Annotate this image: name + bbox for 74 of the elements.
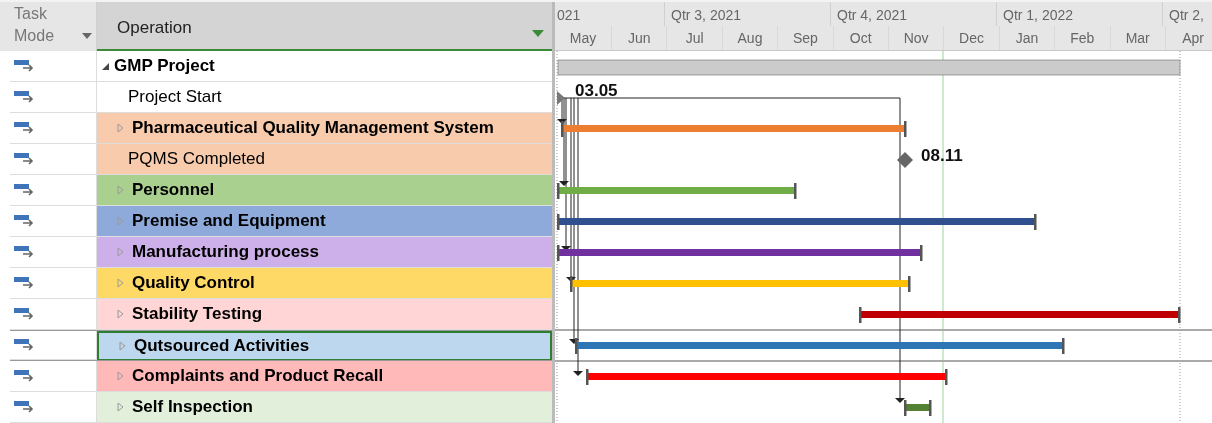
- month-label: Jan: [1015, 28, 1039, 48]
- task-name: Complaints and Product Recall: [132, 365, 384, 388]
- task-mode-icon: [14, 183, 36, 197]
- month-label: Oct: [849, 28, 872, 48]
- task-mode-icon: [14, 369, 36, 383]
- task-mode-icon: [14, 121, 36, 135]
- milestone-marker[interactable]: [557, 91, 565, 105]
- task-name: Self Inspection: [132, 396, 253, 419]
- task-bar[interactable]: [904, 400, 932, 416]
- task-mode-icon: [14, 276, 36, 290]
- task-mode-icon: [14, 59, 36, 73]
- column-header: Operation: [117, 16, 192, 39]
- task-row[interactable]: Manufacturing process: [97, 237, 552, 268]
- task-name: Pharmaceutical Quality Management System: [132, 117, 494, 140]
- expand-triangle-icon[interactable]: [117, 123, 124, 133]
- task-name: Stability Testing: [132, 303, 263, 326]
- month-label: Feb: [1070, 28, 1095, 48]
- milestone-marker[interactable]: [897, 152, 913, 168]
- task-name: Premise and Equipment: [132, 210, 326, 233]
- task-row[interactable]: Pharmaceutical Quality Management System: [97, 113, 552, 144]
- task-name: Personnel: [132, 179, 215, 202]
- task-name: Qutsourced Activities: [134, 335, 310, 358]
- month-label: Jun: [627, 28, 651, 48]
- task-name: Project Start: [128, 86, 222, 109]
- task-mode-icon: [14, 307, 36, 321]
- dropdown-arrow-icon[interactable]: [82, 33, 92, 39]
- task-bar[interactable]: [557, 183, 797, 199]
- filter-arrow-icon[interactable]: [532, 30, 544, 37]
- expand-triangle-icon[interactable]: [117, 309, 124, 319]
- month-label: Sep: [792, 28, 818, 48]
- quarter-label: Qtr 2,: [1169, 6, 1204, 26]
- expand-triangle-icon[interactable]: [117, 278, 124, 288]
- task-row[interactable]: PQMS Completed: [97, 144, 552, 175]
- collapse-triangle-icon[interactable]: [101, 61, 110, 71]
- month-label: Jul: [685, 28, 704, 48]
- month-label: May: [569, 28, 597, 48]
- task-row[interactable]: Self Inspection: [97, 392, 552, 423]
- task-name: GMP Project: [114, 55, 215, 78]
- task-row[interactable]: Stability Testing: [97, 299, 552, 330]
- task-mode-icon: [14, 400, 36, 414]
- task-mode-icon: [14, 214, 36, 228]
- column-header: Task Mode: [13, 4, 56, 46]
- month-label: Apr: [1182, 28, 1204, 48]
- expand-triangle-icon[interactable]: [117, 402, 124, 412]
- task-bar[interactable]: [859, 307, 1181, 323]
- month-label: Dec: [959, 28, 984, 48]
- task-row[interactable]: Complaints and Product Recall: [97, 361, 552, 392]
- expand-triangle-icon[interactable]: [117, 185, 124, 195]
- quarter-label: Qtr 1, 2022: [1003, 6, 1074, 26]
- task-row[interactable]: Quality Control: [97, 268, 552, 299]
- task-row[interactable]: Premise and Equipment: [97, 206, 552, 237]
- task-bar[interactable]: [557, 245, 923, 261]
- expand-triangle-icon[interactable]: [119, 341, 126, 351]
- task-name: Manufacturing process: [132, 241, 320, 264]
- task-name: Quality Control: [132, 272, 255, 295]
- task-mode-icon: [14, 90, 36, 104]
- task-bar[interactable]: [557, 214, 1037, 230]
- expand-triangle-icon[interactable]: [117, 371, 124, 381]
- month-label: Mar: [1125, 28, 1150, 48]
- quarter-label: 021: [557, 6, 581, 26]
- milestone-date: 03.05: [575, 81, 618, 100]
- milestone-date: 08.11: [921, 146, 963, 165]
- task-mode-icon: [14, 152, 36, 166]
- task-bar[interactable]: [586, 369, 948, 385]
- task-row[interactable]: Qutsourced Activities: [97, 331, 552, 360]
- task-mode-icon: [14, 245, 36, 259]
- quarter-label: Qtr 3, 2021: [671, 6, 742, 26]
- task-bar[interactable]: [575, 338, 1065, 354]
- month-label: Aug: [737, 28, 763, 48]
- task-row[interactable]: Personnel: [97, 175, 552, 206]
- task-mode-icon: [14, 338, 36, 352]
- month-label: Nov: [903, 28, 929, 48]
- quarter-label: Qtr 4, 2021: [837, 6, 908, 26]
- task-name: PQMS Completed: [128, 148, 265, 171]
